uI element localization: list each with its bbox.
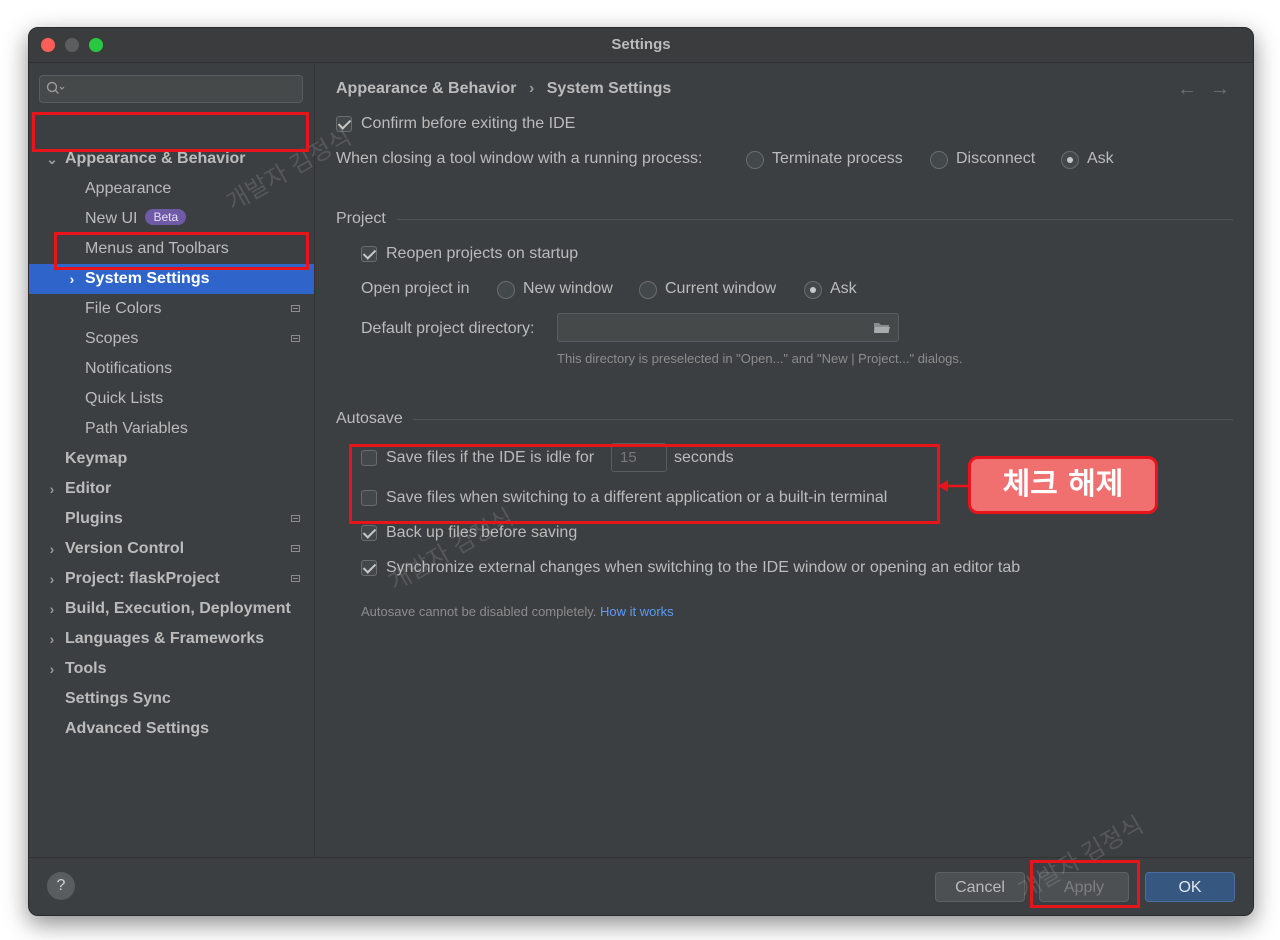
default-dir-label: Default project directory: xyxy=(361,320,535,337)
reopen-projects-label: Reopen projects on startup xyxy=(386,245,579,262)
terminate-process-label: Terminate process xyxy=(772,150,903,167)
sidebar-item-tools[interactable]: › Tools xyxy=(29,654,314,684)
sidebar-item-keymap[interactable]: Keymap xyxy=(29,444,314,474)
ok-button[interactable]: OK xyxy=(1145,872,1235,902)
folder-icon[interactable] xyxy=(872,320,892,336)
disconnect-label: Disconnect xyxy=(956,150,1036,167)
confirm-exit-label: Confirm before exiting the IDE xyxy=(361,115,576,132)
sidebar-item-languages[interactable]: › Languages & Frameworks xyxy=(29,624,314,654)
sidebar-item-editor[interactable]: › Editor xyxy=(29,474,314,504)
settings-sidebar: ⌄ Appearance & Behavior Appearance New U… xyxy=(29,63,315,857)
sidebar-item-appearance[interactable]: Appearance xyxy=(29,174,314,204)
breadcrumb: Appearance & Behavior › System Settings xyxy=(336,80,671,98)
confirm-exit-checkbox[interactable] xyxy=(336,116,352,132)
callout-label: 체크 해제 xyxy=(968,456,1158,514)
ask-open-radio[interactable] xyxy=(804,281,822,299)
default-dir-hint: This directory is preselected in "Open..… xyxy=(557,351,963,366)
current-window-label: Current window xyxy=(665,280,777,297)
closing-tool-window-label: When closing a tool window with a runnin… xyxy=(336,150,703,167)
ask-radio[interactable] xyxy=(1061,151,1079,169)
sync-checkbox[interactable] xyxy=(361,560,377,576)
beta-badge: Beta xyxy=(145,209,187,225)
sidebar-item-version-control[interactable]: › Version Control xyxy=(29,534,314,564)
search-icon xyxy=(46,81,65,94)
sync-label: Synchronize external changes when switch… xyxy=(386,559,1021,576)
sidebar-item-notifications[interactable]: Notifications xyxy=(29,354,314,384)
ask-label: Ask xyxy=(1087,150,1114,167)
highlight-autosave-options xyxy=(349,444,940,524)
highlight-apply-button xyxy=(1030,860,1140,908)
project-level-icon xyxy=(291,305,300,312)
sidebar-item-plugins[interactable]: Plugins xyxy=(29,504,314,534)
breadcrumb-separator: › xyxy=(528,80,535,97)
window-title: Settings xyxy=(611,36,671,53)
project-level-icon xyxy=(291,335,300,342)
disconnect-radio[interactable] xyxy=(930,151,948,169)
autosave-note-text: Autosave cannot be disabled completely. xyxy=(361,604,597,619)
chevron-right-icon: › xyxy=(49,571,55,587)
breadcrumb-current: System Settings xyxy=(546,80,672,97)
help-button[interactable]: ? xyxy=(47,872,75,900)
sidebar-item-settings-sync[interactable]: Settings Sync xyxy=(29,684,314,714)
project-level-icon xyxy=(291,545,300,552)
autosave-section-title: Autosave xyxy=(336,410,403,427)
current-window-radio[interactable] xyxy=(639,281,657,299)
sidebar-item-file-colors[interactable]: File Colors xyxy=(29,294,314,324)
chevron-right-icon: › xyxy=(49,631,55,647)
project-level-icon xyxy=(291,575,300,582)
sidebar-item-new-ui[interactable]: New UI Beta xyxy=(29,204,314,234)
project-section-title: Project xyxy=(336,210,386,227)
sidebar-item-label: New UI xyxy=(85,210,138,227)
sidebar-item-build[interactable]: › Build, Execution, Deployment xyxy=(29,594,314,624)
backup-checkbox[interactable] xyxy=(361,525,377,541)
back-arrow-icon[interactable]: ← xyxy=(1177,78,1197,101)
default-dir-field[interactable] xyxy=(557,313,899,342)
title-bar: Settings xyxy=(29,28,1253,63)
chevron-right-icon: › xyxy=(49,481,55,497)
sidebar-item-project[interactable]: › Project: flaskProject xyxy=(29,564,314,594)
highlight-system-settings xyxy=(54,232,309,270)
forward-arrow-icon[interactable]: → xyxy=(1210,78,1230,101)
open-project-in-label: Open project in xyxy=(361,280,470,297)
section-divider xyxy=(413,419,1233,420)
highlight-appearance-behavior xyxy=(32,112,309,152)
section-divider xyxy=(397,219,1233,220)
project-level-icon xyxy=(291,515,300,522)
sidebar-item-scopes[interactable]: Scopes xyxy=(29,324,314,354)
how-it-works-link[interactable]: How it works xyxy=(600,604,674,619)
new-window-label: New window xyxy=(523,280,613,297)
ask-open-label: Ask xyxy=(830,280,857,297)
breadcrumb-parent[interactable]: Appearance & Behavior xyxy=(336,80,517,97)
backup-label: Back up files before saving xyxy=(386,524,578,541)
sidebar-item-path-variables[interactable]: Path Variables xyxy=(29,414,314,444)
sidebar-item-quick-lists[interactable]: Quick Lists xyxy=(29,384,314,414)
cancel-button[interactable]: Cancel xyxy=(935,872,1025,902)
chevron-right-icon: › xyxy=(49,661,55,677)
chevron-right-icon: › xyxy=(49,541,55,557)
terminate-process-radio[interactable] xyxy=(746,151,764,169)
reopen-projects-checkbox[interactable] xyxy=(361,246,377,262)
search-input[interactable] xyxy=(39,75,303,103)
chevron-right-icon: › xyxy=(49,601,55,617)
autosave-note: Autosave cannot be disabled completely. … xyxy=(361,604,674,619)
sidebar-item-advanced-settings[interactable]: Advanced Settings xyxy=(29,714,314,744)
new-window-radio[interactable] xyxy=(497,281,515,299)
